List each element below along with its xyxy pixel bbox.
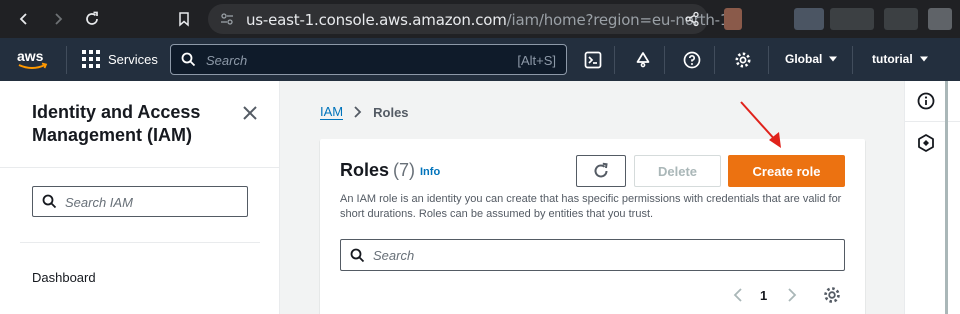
address-bar[interactable]: us-east-1.console.aws.amazon.com/iam/hom… xyxy=(208,4,743,34)
right-tools-rail xyxy=(904,81,960,314)
services-label: Services xyxy=(108,51,158,67)
reload-icon[interactable] xyxy=(80,7,104,31)
console-search-input[interactable]: Search [Alt+S] xyxy=(170,44,567,75)
breadcrumb-iam-link[interactable]: IAM xyxy=(320,104,344,120)
sidebar-divider xyxy=(20,242,260,243)
nav-divider xyxy=(66,46,67,74)
extension-icon[interactable] xyxy=(884,8,918,30)
browser-toolbar: us-east-1.console.aws.amazon.com/iam/hom… xyxy=(0,0,960,38)
services-menu-button[interactable]: Services xyxy=(82,50,158,68)
nav-divider xyxy=(768,46,769,74)
roles-search-placeholder: Search xyxy=(373,248,415,263)
share-icon[interactable] xyxy=(684,11,700,32)
roles-panel: Roles (7) Info Delete Create role An IAM … xyxy=(320,139,865,314)
info-link[interactable]: Info xyxy=(420,166,440,178)
url-text: us-east-1.console.aws.amazon.com/iam/hom… xyxy=(246,11,743,29)
console-search-placeholder: Search xyxy=(206,53,248,68)
sidebar-title: Identity and Access Management (IAM) xyxy=(32,102,201,145)
caret-down-icon xyxy=(919,56,928,62)
roles-heading: Roles (7) xyxy=(340,160,415,181)
nav-divider xyxy=(614,46,615,74)
site-settings-icon[interactable] xyxy=(220,12,234,31)
nav-divider xyxy=(852,46,853,74)
sidebar-search-input[interactable]: Search IAM xyxy=(32,186,248,217)
aws-logo-icon[interactable]: aws xyxy=(16,48,50,72)
next-page-icon[interactable] xyxy=(782,286,802,304)
close-icon[interactable] xyxy=(240,103,260,123)
region-selector[interactable]: Global xyxy=(785,52,838,66)
back-icon[interactable] xyxy=(12,7,36,31)
url-path: /iam/home?region=eu-north-1... xyxy=(506,11,743,29)
delete-button[interactable]: Delete xyxy=(634,155,721,187)
svg-text:aws: aws xyxy=(17,48,44,64)
roles-count: (7) xyxy=(393,160,416,180)
roles-description: An IAM role is an identity you can creat… xyxy=(340,193,842,220)
sidebar-item-dashboard[interactable]: Dashboard xyxy=(32,270,96,285)
annotation-arrow-icon xyxy=(735,98,795,158)
current-page[interactable]: 1 xyxy=(760,288,767,303)
aws-top-nav: aws Services Search [Alt+S] Global tutor… xyxy=(0,38,960,81)
breadcrumb-current: Roles xyxy=(373,104,409,120)
help-icon[interactable] xyxy=(680,48,704,72)
search-shortcut: [Alt+S] xyxy=(517,53,556,68)
rail-divider xyxy=(905,121,960,122)
grid-icon xyxy=(82,50,100,68)
refresh-icon xyxy=(594,162,608,178)
sidebar-search-placeholder: Search IAM xyxy=(65,195,133,210)
roles-search-input[interactable]: Search xyxy=(340,239,845,271)
search-icon xyxy=(42,194,57,214)
nav-divider xyxy=(714,46,715,74)
settings-gear-icon[interactable] xyxy=(731,48,755,72)
refresh-button[interactable] xyxy=(576,155,626,187)
region-label: Global xyxy=(785,52,823,66)
cloudshell-icon[interactable] xyxy=(581,48,605,72)
forward-icon[interactable] xyxy=(46,7,70,31)
account-label: tutorial xyxy=(872,52,913,66)
caret-down-icon xyxy=(829,56,838,62)
chevron-right-icon xyxy=(354,106,362,118)
url-host: us-east-1.console.aws.amazon.com xyxy=(246,11,507,29)
iam-sidebar: Identity and Access Management (IAM) Sea… xyxy=(0,81,280,314)
notifications-bell-icon[interactable] xyxy=(631,48,655,72)
sidebar-divider xyxy=(0,167,279,168)
extension-icon[interactable] xyxy=(724,8,742,30)
previous-page-icon[interactable] xyxy=(728,286,748,304)
feedback-hexagon-icon[interactable] xyxy=(916,133,936,153)
extension-icon[interactable] xyxy=(794,8,824,30)
breadcrumb: IAM Roles xyxy=(320,104,409,120)
search-icon xyxy=(350,248,365,268)
scrollbar[interactable] xyxy=(945,81,948,314)
account-menu[interactable]: tutorial xyxy=(872,52,929,66)
roles-title: Roles xyxy=(340,160,390,180)
extension-icon[interactable] xyxy=(830,8,874,30)
search-icon xyxy=(181,52,196,72)
info-panel-icon[interactable] xyxy=(916,91,936,111)
nav-divider xyxy=(664,46,665,74)
profile-avatar[interactable] xyxy=(928,8,952,30)
create-role-button[interactable]: Create role xyxy=(728,155,845,187)
bookmark-icon[interactable] xyxy=(172,7,196,31)
table-preferences-gear-icon[interactable] xyxy=(822,285,842,305)
